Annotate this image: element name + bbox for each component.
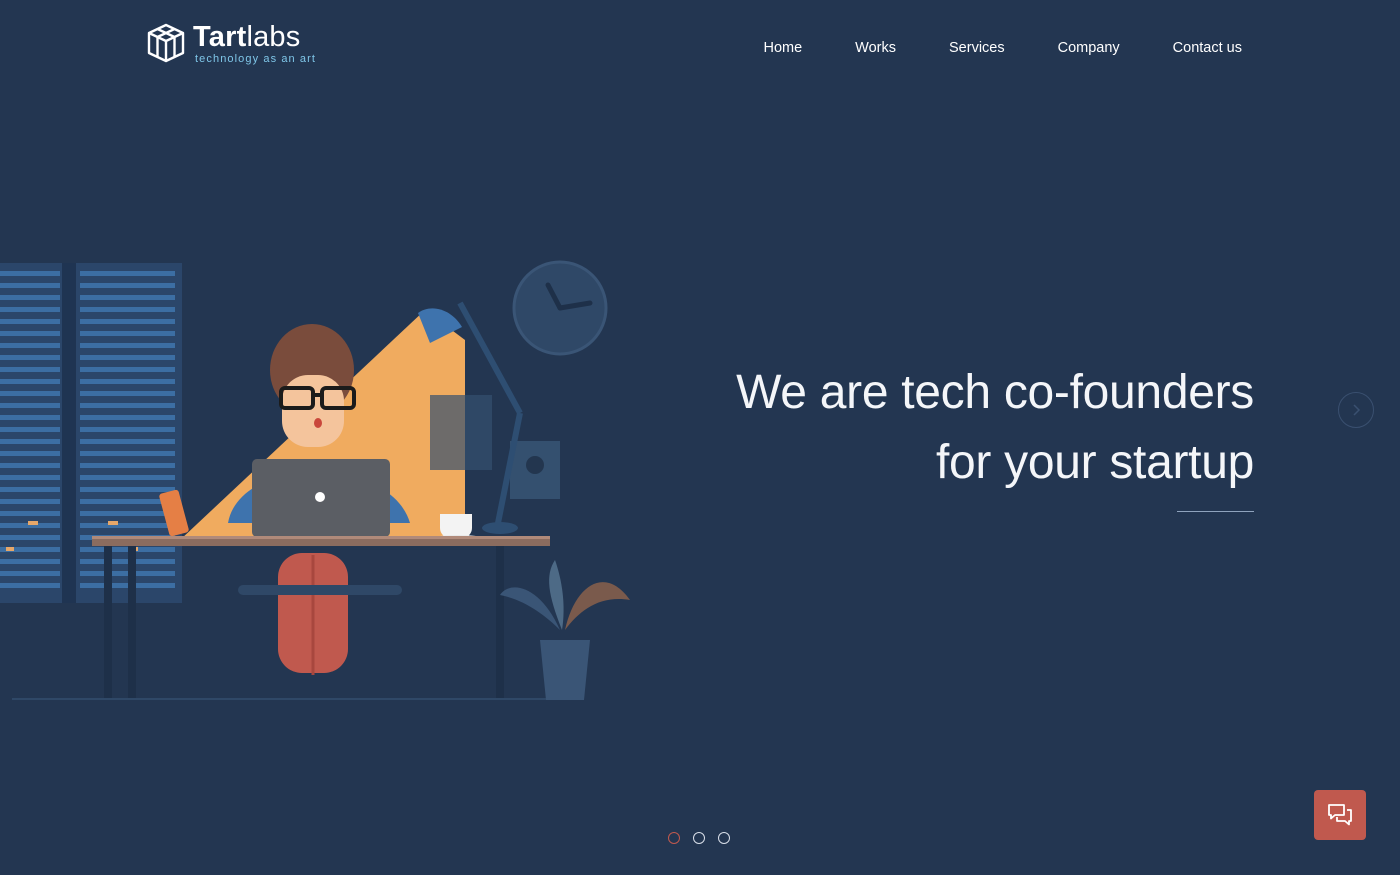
chat-bubbles-icon	[1328, 804, 1352, 826]
nav-item-company[interactable]: Company	[1058, 38, 1120, 58]
slide-pagination	[668, 832, 730, 844]
headline-underline	[1177, 511, 1254, 512]
page: Tartlabs technology as an art Home Works…	[0, 0, 1400, 875]
nav-item-services[interactable]: Services	[949, 38, 1005, 58]
plant-illustration	[500, 560, 630, 700]
hero-headline: We are tech co-founders for your startup	[614, 358, 1254, 498]
logo-word-light: labs	[246, 21, 301, 53]
main-nav: Home Works Services Company Contact us	[763, 38, 1242, 58]
slide-dot-3[interactable]	[718, 832, 730, 844]
wall-clock	[512, 260, 608, 356]
slide-dot-2[interactable]	[693, 832, 705, 844]
window-blinds	[0, 263, 182, 603]
logo-link[interactable]: Tartlabs technology as an art	[145, 22, 316, 66]
slide-dot-1[interactable]	[668, 832, 680, 844]
hero-headline-line-2: for your startup	[935, 436, 1254, 489]
nav-item-works[interactable]: Works	[855, 38, 896, 58]
logo-word-bold: Tart	[193, 21, 247, 53]
nav-item-home[interactable]: Home	[763, 38, 802, 58]
hero-headline-line-1: We are tech co-founders	[736, 366, 1254, 419]
logo-wordmark: Tartlabs	[193, 23, 316, 52]
logo-tagline: technology as an art	[195, 53, 317, 65]
chat-button[interactable]	[1314, 790, 1366, 840]
next-slide-button[interactable]	[1338, 392, 1374, 428]
cube-logo-icon	[147, 23, 185, 63]
logo-text: Tartlabs technology as an art	[193, 22, 316, 65]
chevron-right-icon	[1353, 404, 1361, 416]
laptop-illustration	[252, 459, 390, 537]
nav-item-contact-us[interactable]: Contact us	[1173, 38, 1242, 58]
hero-illustration	[0, 260, 630, 700]
